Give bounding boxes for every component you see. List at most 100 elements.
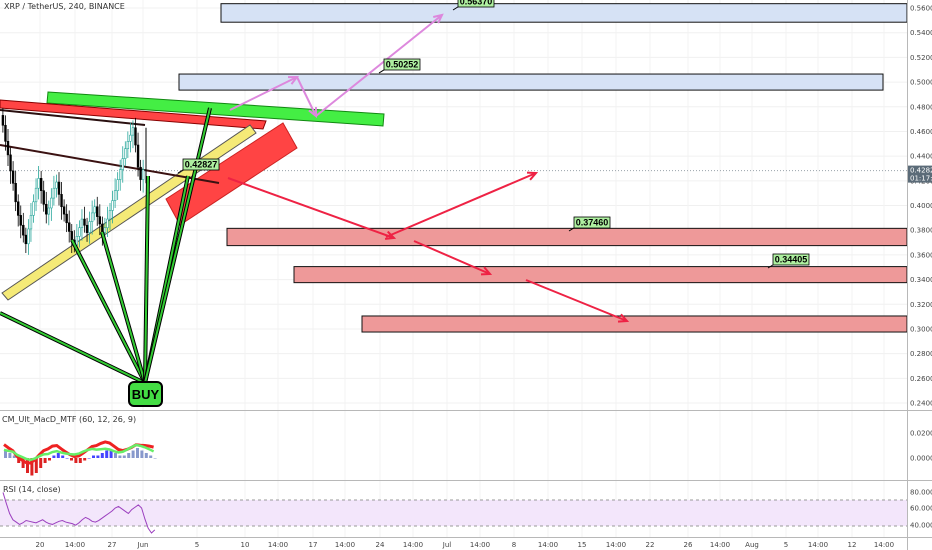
candle-body bbox=[75, 236, 79, 246]
candle-body bbox=[16, 201, 20, 216]
target-1-label-text: 0.56370 bbox=[460, 0, 493, 7]
candle-body bbox=[29, 215, 33, 230]
rsi-band-fill bbox=[0, 500, 907, 526]
support-zone-2 bbox=[293, 266, 908, 284]
candle-body bbox=[103, 227, 107, 233]
price-tick-label: 0.54000 bbox=[910, 29, 932, 37]
time-tick-label: 17 bbox=[309, 541, 318, 549]
macd-tick-label: 0.00000 bbox=[910, 455, 932, 463]
candle-body bbox=[50, 197, 53, 209]
candle-body bbox=[34, 187, 38, 203]
candle-body bbox=[106, 218, 109, 229]
price-tick-label: 0.40000 bbox=[910, 202, 932, 210]
candle-body bbox=[6, 141, 10, 156]
price-tick-label: 0.36000 bbox=[910, 251, 932, 259]
price-tick-label: 0.32000 bbox=[910, 301, 932, 309]
candle-body bbox=[11, 170, 15, 184]
candle-body bbox=[39, 178, 43, 191]
candle-body bbox=[111, 200, 114, 211]
macd-tick-label: 0.02000 bbox=[910, 430, 932, 438]
price-tick-label: 0.24000 bbox=[910, 400, 932, 408]
macd-bar bbox=[52, 455, 56, 458]
candle-body bbox=[98, 216, 102, 225]
candle-body bbox=[37, 178, 40, 189]
macd-bar bbox=[105, 450, 109, 458]
candle-body bbox=[116, 179, 119, 191]
time-tick-label: 5 bbox=[784, 541, 788, 549]
rsi-indicator-label: RSI (14, close) bbox=[3, 485, 61, 494]
macd-bar bbox=[78, 458, 82, 463]
candle-body bbox=[139, 166, 142, 180]
support-zone-3 bbox=[361, 315, 908, 333]
time-tick-label: 22 bbox=[646, 541, 655, 549]
candle-body bbox=[80, 218, 84, 229]
time-tick-label: 27 bbox=[108, 541, 117, 549]
price-tick-label: 0.30000 bbox=[910, 325, 932, 333]
price-tick-label: 0.46000 bbox=[910, 128, 932, 136]
candle-body bbox=[4, 124, 7, 142]
time-tick-label: 20 bbox=[36, 541, 45, 549]
time-tick-label: 14:00 bbox=[874, 541, 894, 549]
candle-body bbox=[93, 206, 96, 214]
macd-bar bbox=[39, 458, 43, 468]
time-tick-label: 14:00 bbox=[710, 541, 730, 549]
macd-bar bbox=[8, 453, 12, 458]
macd-bar bbox=[87, 458, 91, 459]
time-tick-label: 26 bbox=[684, 541, 693, 549]
macd-bar bbox=[114, 453, 117, 458]
macd-bar bbox=[127, 453, 131, 458]
support-2-label-text: 0.34405 bbox=[775, 255, 808, 265]
candle-body bbox=[32, 201, 35, 216]
time-tick-label: 10 bbox=[241, 541, 250, 549]
candle-body bbox=[85, 224, 89, 233]
candle-body bbox=[113, 190, 117, 201]
candle-body bbox=[96, 206, 99, 217]
candle-body bbox=[65, 213, 68, 224]
candle-body bbox=[108, 210, 112, 220]
support-zone-1 bbox=[226, 227, 908, 247]
buy-label: BUY bbox=[132, 387, 160, 402]
candle-body bbox=[126, 141, 130, 150]
candle-body bbox=[60, 194, 63, 208]
candle-body bbox=[124, 148, 127, 159]
time-tick-label: Aug bbox=[745, 541, 759, 549]
candle-body bbox=[22, 224, 25, 236]
macd-bar bbox=[83, 458, 87, 461]
time-tick-label: 14:00 bbox=[470, 541, 490, 549]
current-price-countdown: 01:17:45 bbox=[910, 175, 932, 183]
rsi-tick-label: 80.0000 bbox=[910, 489, 932, 497]
macd-bar bbox=[100, 453, 104, 458]
candle-body bbox=[101, 223, 104, 233]
candle-body bbox=[62, 206, 66, 215]
candle-body bbox=[121, 158, 124, 171]
macd-bar bbox=[70, 458, 73, 461]
price-axis[interactable]: 0.56000 0.54000 0.52000 0.50000 0.48000 0.460… bbox=[908, 5, 932, 530]
trading-chart[interactable]: 0.56000 0.54000 0.52000 0.50000 0.48000 0.460… bbox=[0, 0, 932, 550]
price-tick-label: 0.56000 bbox=[910, 5, 932, 13]
candle-body bbox=[129, 134, 132, 142]
candle-body bbox=[47, 207, 51, 215]
candle-body bbox=[136, 144, 140, 168]
chart-symbol-title: XRP / TetherUS, 240, BINANCE bbox=[4, 2, 125, 11]
candle-body bbox=[131, 127, 135, 136]
macd-bar bbox=[56, 453, 60, 458]
candle-body bbox=[88, 221, 91, 233]
candle-body bbox=[78, 227, 81, 237]
macd-bar bbox=[118, 455, 122, 458]
target-2-label-text: 0.50252 bbox=[386, 60, 419, 70]
macd-bar bbox=[48, 458, 51, 461]
time-tick-label: 8 bbox=[512, 541, 516, 549]
time-tick-label: 14:00 bbox=[403, 541, 423, 549]
time-tick-label: 14:00 bbox=[538, 541, 558, 549]
macd-bar bbox=[74, 458, 78, 463]
price-tick-label: 0.50000 bbox=[910, 79, 932, 87]
candle-body bbox=[24, 234, 28, 245]
buy-signal-badge: BUY bbox=[128, 381, 163, 407]
macd-bar bbox=[131, 450, 135, 458]
candle-body bbox=[83, 218, 86, 226]
time-axis[interactable]: 20 14:00 27 Jun 5 10 14:00 17 14:00 24 14:00 Jul 14:… bbox=[36, 541, 895, 549]
price-tick-label: 0.34000 bbox=[910, 276, 932, 284]
macd-bar bbox=[153, 458, 157, 459]
candle-body bbox=[134, 127, 137, 146]
candle-body bbox=[52, 187, 56, 199]
